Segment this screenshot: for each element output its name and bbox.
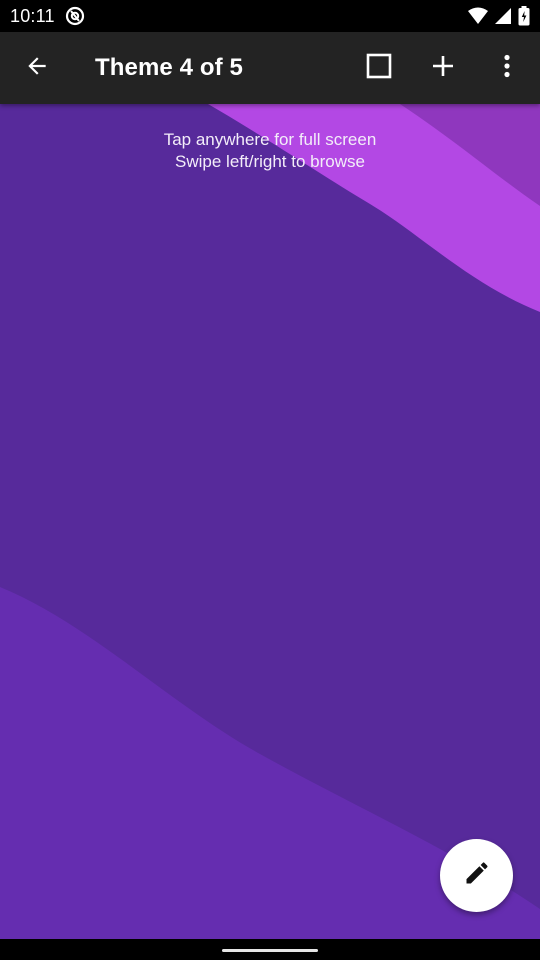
battery-icon [518,6,530,26]
square-icon [366,53,392,84]
select-button[interactable] [347,40,411,96]
edit-pencil-icon [463,859,491,892]
navigation-bar [0,939,540,960]
toolbar-actions [347,40,539,96]
add-button[interactable] [411,40,475,96]
wave-background [0,104,540,939]
theme-preview[interactable]: Tap anywhere for full screen Swipe left/… [0,104,540,939]
edit-fab-button[interactable] [440,839,513,912]
screen: 10:11 Theme 4 of 5 Tap anywhere for full… [0,0,540,960]
add-icon [432,55,454,82]
hint-line-fullscreen: Tap anywhere for full screen [163,130,377,149]
signal-icon [494,7,512,25]
hint-text: Tap anywhere for full screen Swipe left/… [0,129,540,173]
status-left: 10:11 [10,6,85,27]
back-arrow-icon [24,53,50,84]
more-vert-icon [503,54,511,83]
wifi-icon [468,7,488,25]
status-right [468,6,530,26]
app-toolbar: Theme 4 of 5 [0,32,540,104]
page-title: Theme 4 of 5 [95,54,243,81]
hint-line-browse: Swipe left/right to browse [175,152,365,171]
more-options-button[interactable] [475,40,539,96]
home-gesture-handle[interactable] [222,949,318,952]
status-bar: 10:11 [0,0,540,32]
at-sign-icon [65,6,85,26]
status-time: 10:11 [10,5,55,26]
back-button[interactable] [9,40,65,96]
